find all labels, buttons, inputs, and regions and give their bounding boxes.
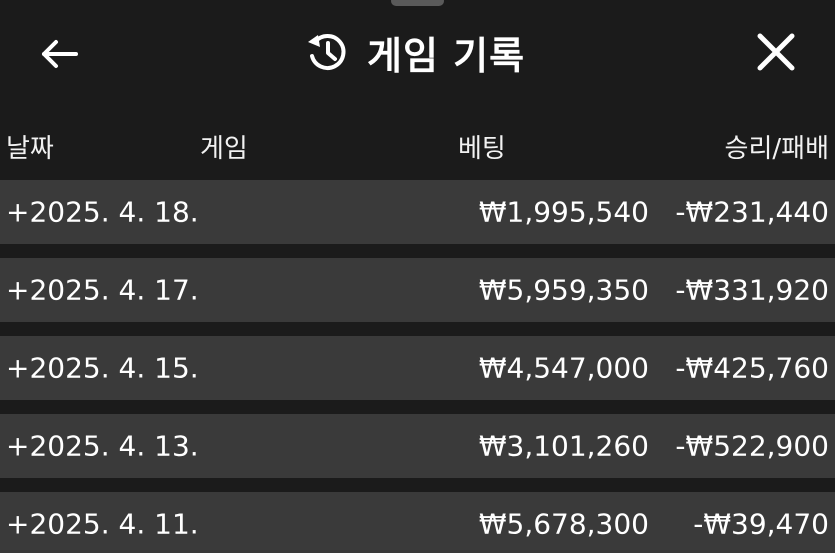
row-bet: ₩1,995,540: [478, 195, 649, 229]
header: 게임 기록: [0, 0, 835, 108]
row-date: +2025. 4. 18.: [6, 195, 199, 229]
row-bet: ₩3,101,260: [478, 429, 649, 463]
close-button[interactable]: [752, 28, 800, 76]
column-header-date: 날짜: [6, 134, 54, 164]
column-header-result: 승리/패배: [724, 134, 829, 164]
row-date: +2025. 4. 11.: [6, 507, 199, 541]
history-row[interactable]: +2025. 4. 17. ₩5,959,350 -₩331,920: [0, 258, 835, 322]
history-row[interactable]: +2025. 4. 15. ₩4,547,000 -₩425,760: [0, 336, 835, 400]
column-header-bet: 베팅: [458, 134, 506, 164]
column-headers: 날짜 게임 베팅 승리/패배: [0, 128, 835, 168]
row-result: -₩425,760: [675, 351, 829, 385]
history-row[interactable]: +2025. 4. 11. ₩5,678,300 -₩39,470: [0, 492, 835, 553]
column-header-game: 게임: [200, 134, 248, 164]
row-bet: ₩5,678,300: [478, 507, 649, 541]
history-list: +2025. 4. 18. ₩1,995,540 -₩231,440 +2025…: [0, 180, 835, 553]
row-bet: ₩4,547,000: [478, 351, 649, 385]
history-icon: [308, 34, 346, 70]
row-result: -₩39,470: [693, 507, 829, 541]
row-date: +2025. 4. 15.: [6, 351, 199, 385]
row-date: +2025. 4. 17.: [6, 273, 199, 307]
row-bet: ₩5,959,350: [478, 273, 649, 307]
row-result: -₩331,920: [675, 273, 829, 307]
history-row[interactable]: +2025. 4. 18. ₩1,995,540 -₩231,440: [0, 180, 835, 244]
title-group: 게임 기록: [305, 28, 525, 78]
arrow-left-icon: [42, 40, 78, 68]
game-history-screen: 게임 기록 날짜 게임 베팅 승리/패배 +2025. 4. 18. ₩1,99…: [0, 0, 835, 553]
page-title: 게임 기록: [367, 33, 526, 78]
close-icon: [757, 33, 795, 71]
history-row[interactable]: +2025. 4. 13. ₩3,101,260 -₩522,900: [0, 414, 835, 478]
row-result: -₩522,900: [675, 429, 829, 463]
row-date: +2025. 4. 13.: [6, 429, 199, 463]
row-result: -₩231,440: [675, 195, 829, 229]
back-button[interactable]: [36, 32, 84, 76]
